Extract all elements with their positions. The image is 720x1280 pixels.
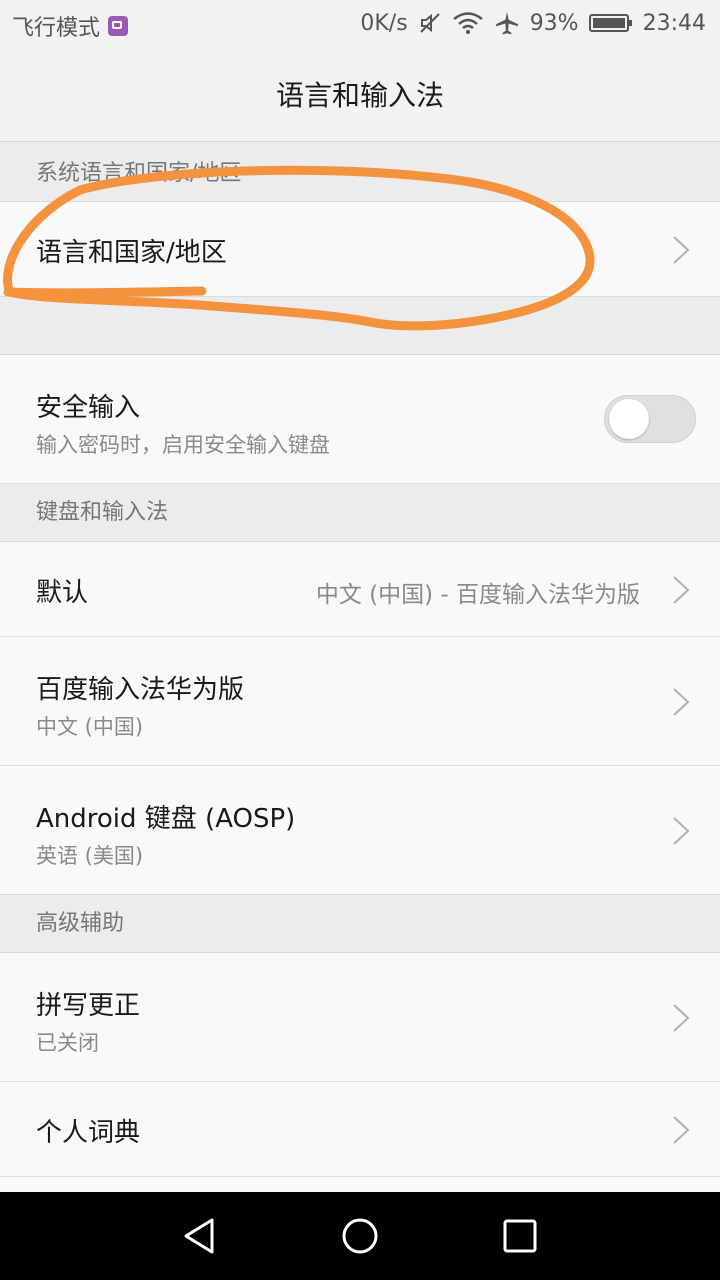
chevron-right-icon <box>673 576 690 604</box>
secure-input-subtitle: 输入密码时，启用安全输入键盘 <box>36 433 330 457</box>
page-title: 语言和输入法 <box>0 50 720 142</box>
language-region-row[interactable]: 语言和国家/地区 <box>0 202 720 297</box>
mute-icon <box>418 11 442 35</box>
recents-icon[interactable] <box>498 1214 542 1258</box>
baidu-input-subtitle: 中文 (中国) <box>36 715 144 739</box>
home-icon[interactable] <box>338 1214 382 1258</box>
android-keyboard-row[interactable]: Android 键盘 (AOSP) 英语 (美国) <box>0 766 720 895</box>
status-bar: 飞行模式 0K/s 93% 23:44 <box>0 0 720 50</box>
toggle-knob <box>609 399 649 439</box>
chevron-right-icon <box>673 817 690 845</box>
default-input-row[interactable]: 默认 中文 (中国) - 百度输入法华为版 <box>0 542 720 637</box>
clock: 23:44 <box>642 10 706 36</box>
gallery-icon <box>108 16 129 36</box>
spell-check-subtitle: 已关闭 <box>36 1031 99 1055</box>
personal-dictionary-label: 个人词典 <box>36 1118 141 1148</box>
personal-dictionary-row[interactable]: 个人词典 <box>0 1082 720 1177</box>
chevron-right-icon <box>673 1116 690 1144</box>
network-speed: 0K/s <box>360 10 408 36</box>
airplane-mode-text: 飞行模式 <box>12 16 101 41</box>
partial-row <box>0 1177 720 1192</box>
secure-input-toggle[interactable] <box>604 395 696 443</box>
battery-icon <box>588 11 633 35</box>
section-header-advanced: 高级辅助 <box>0 895 720 953</box>
secure-input-row: 安全输入 输入密码时，启用安全输入键盘 <box>0 355 720 484</box>
navigation-bar <box>0 1192 720 1280</box>
status-left: 飞行模式 <box>12 10 129 42</box>
section-header-keyboard: 键盘和输入法 <box>0 484 720 542</box>
default-input-value: 中文 (中国) - 百度输入法华为版 <box>315 582 640 608</box>
chevron-right-icon <box>673 1004 690 1032</box>
section-spacer <box>0 297 720 355</box>
back-icon[interactable] <box>178 1214 222 1258</box>
chevron-right-icon <box>673 236 690 264</box>
status-right: 0K/s 93% 23:44 <box>360 10 706 36</box>
spell-check-row[interactable]: 拼写更正 已关闭 <box>0 953 720 1082</box>
battery-percent: 93% <box>529 10 579 36</box>
secure-input-label: 安全输入 <box>36 393 141 423</box>
language-region-label: 语言和国家/地区 <box>36 238 227 268</box>
baidu-input-row[interactable]: 百度输入法华为版 中文 (中国) <box>0 637 720 766</box>
section-header-system-language: 系统语言和国家/地区 <box>0 142 720 202</box>
airplane-icon <box>494 10 520 36</box>
spell-check-label: 拼写更正 <box>36 991 141 1021</box>
android-keyboard-label: Android 键盘 (AOSP) <box>36 804 296 834</box>
chevron-right-icon <box>673 688 690 716</box>
wifi-icon <box>452 11 484 35</box>
android-keyboard-subtitle: 英语 (美国) <box>36 844 144 868</box>
baidu-input-label: 百度输入法华为版 <box>36 675 245 705</box>
default-input-label: 默认 <box>36 578 89 608</box>
